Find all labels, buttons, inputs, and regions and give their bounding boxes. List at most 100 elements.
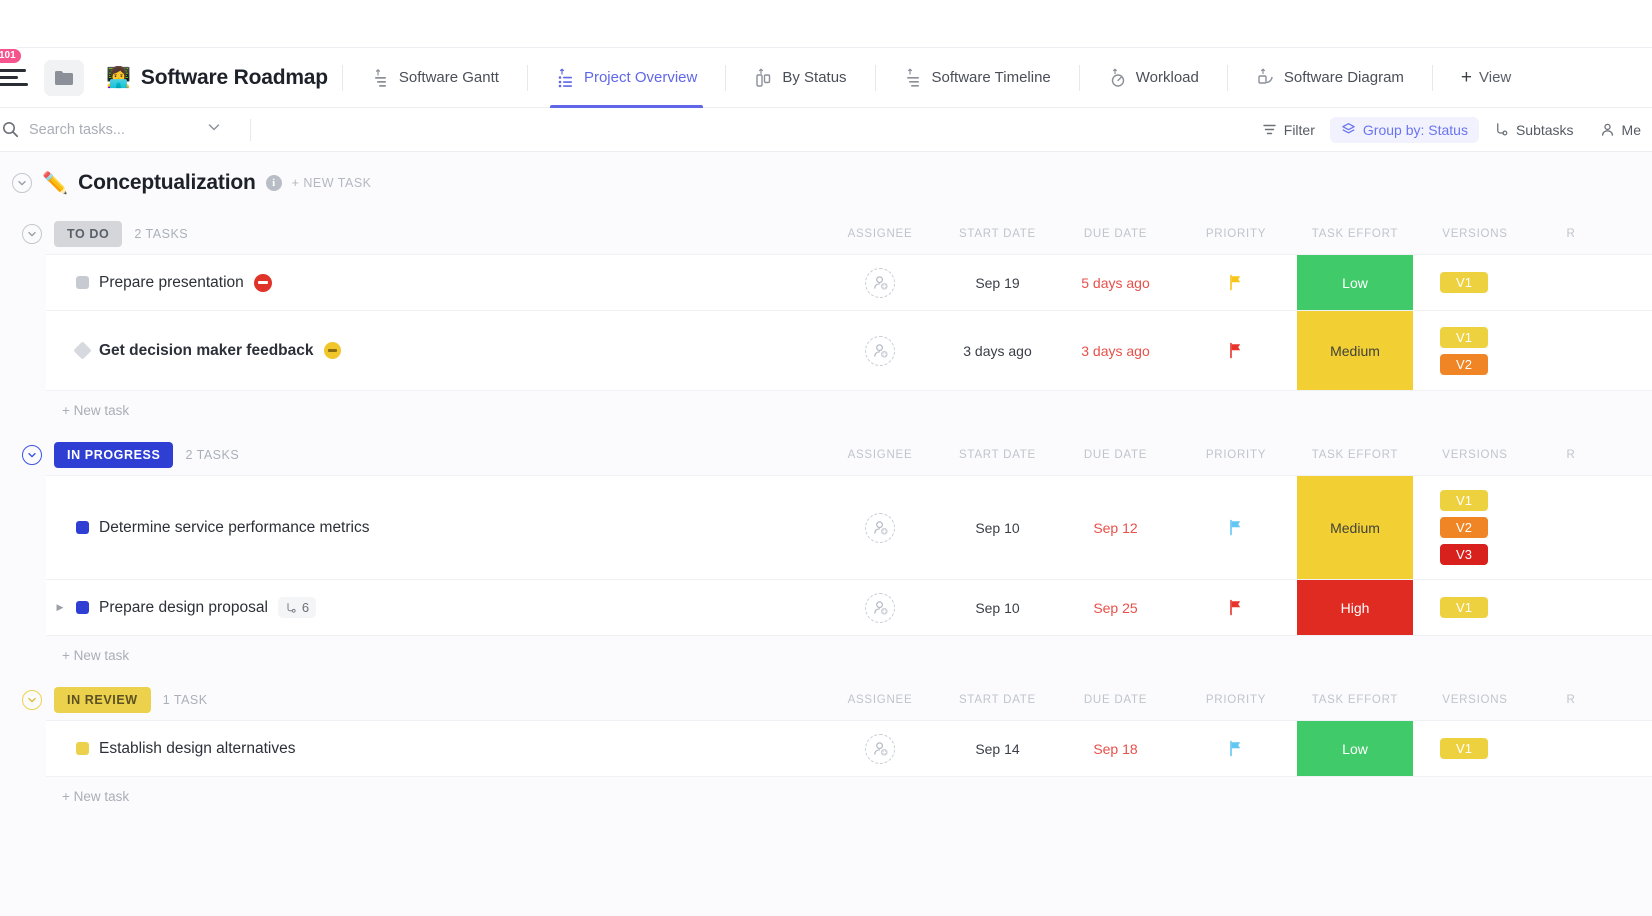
- status-badge[interactable]: TO DO: [54, 221, 123, 247]
- subtasks-button[interactable]: Subtasks: [1483, 117, 1585, 143]
- avatar-placeholder[interactable]: [865, 512, 895, 543]
- collapse-group-button[interactable]: [22, 445, 42, 465]
- collapse-group-button[interactable]: [22, 224, 42, 244]
- divider: [725, 64, 727, 91]
- version-chip[interactable]: V1: [1440, 272, 1488, 293]
- due-date-cell[interactable]: 3 days ago: [1068, 311, 1163, 390]
- priority-cell[interactable]: [1196, 721, 1276, 776]
- start-date-cell[interactable]: Sep 10: [950, 476, 1045, 579]
- due-date-cell[interactable]: Sep 25: [1068, 580, 1163, 635]
- status-badge[interactable]: IN REVIEW: [54, 687, 151, 713]
- priority-cell[interactable]: [1196, 311, 1276, 390]
- assignee-cell[interactable]: [845, 476, 915, 579]
- task-effort-cell[interactable]: Low: [1297, 721, 1413, 776]
- new-task-button[interactable]: + New task: [0, 636, 1652, 674]
- avatar-placeholder[interactable]: [865, 267, 895, 298]
- expand-subtasks-button[interactable]: ▶: [54, 602, 66, 613]
- task-effort-cell[interactable]: Medium: [1297, 476, 1413, 579]
- task-status-indicator[interactable]: [76, 742, 89, 755]
- priority-cell[interactable]: [1196, 255, 1276, 310]
- versions-cell[interactable]: V1: [1440, 580, 1510, 635]
- versions-cell[interactable]: V1 V2 V3: [1440, 476, 1510, 579]
- task-name[interactable]: Prepare design proposal: [99, 599, 268, 617]
- filter-label: Filter: [1283, 121, 1315, 138]
- new-task-top-button[interactable]: + NEW TASK: [292, 176, 372, 190]
- paused-icon[interactable]: [323, 342, 341, 359]
- start-date-cell[interactable]: 3 days ago: [950, 311, 1045, 390]
- folder-button[interactable]: [44, 59, 84, 96]
- notification-badge[interactable]: 101: [0, 46, 23, 65]
- assignee-cell[interactable]: [845, 311, 915, 390]
- versions-cell[interactable]: V1: [1440, 255, 1510, 310]
- layers-icon: [1342, 123, 1355, 134]
- task-effort-cell[interactable]: High: [1297, 580, 1413, 635]
- assignee-cell[interactable]: [845, 255, 915, 310]
- collapse-group-button[interactable]: [22, 690, 42, 710]
- task-name[interactable]: Prepare presentation: [99, 274, 244, 292]
- tab-software-gantt[interactable]: Software Gantt: [357, 48, 513, 108]
- assignee-cell[interactable]: [845, 580, 915, 635]
- info-icon[interactable]: i: [265, 175, 282, 191]
- blocked-icon[interactable]: [253, 273, 272, 292]
- priority-cell[interactable]: [1196, 580, 1276, 635]
- avatar-placeholder[interactable]: [865, 592, 895, 623]
- column-header-r: R: [1566, 228, 1576, 240]
- versions-cell[interactable]: V1: [1440, 721, 1510, 776]
- task-count-label: 1 TASK: [162, 693, 208, 707]
- avatar-placeholder[interactable]: [865, 335, 895, 366]
- version-chip[interactable]: V1: [1440, 597, 1488, 618]
- version-chip[interactable]: V2: [1440, 353, 1488, 375]
- version-chip[interactable]: V1: [1440, 738, 1488, 759]
- sidebar-toggle-button[interactable]: 101: [0, 46, 28, 95]
- search-chevron-down-icon[interactable]: [204, 117, 224, 142]
- filter-button[interactable]: Filter: [1251, 117, 1326, 143]
- table-row[interactable]: Establish design alternatives Sep 14 Sep 1…: [46, 721, 1652, 777]
- search-input[interactable]: [29, 121, 194, 138]
- task-name[interactable]: Get decision maker feedback: [99, 342, 314, 360]
- version-chip[interactable]: V2: [1440, 517, 1488, 538]
- status-badge[interactable]: IN PROGRESS: [54, 442, 174, 468]
- table-row[interactable]: Get decision maker feedback 3 days ago 3 d…: [46, 311, 1652, 391]
- new-task-button[interactable]: + New task: [0, 777, 1652, 815]
- version-chip[interactable]: V1: [1440, 326, 1488, 348]
- tab-software-timeline[interactable]: Software Timeline: [890, 48, 1065, 108]
- me-button[interactable]: Me: [1589, 117, 1652, 143]
- add-view-button[interactable]: + View: [1447, 68, 1525, 87]
- due-date-cell[interactable]: Sep 18: [1068, 721, 1163, 776]
- subtask-count-badge[interactable]: 6: [277, 597, 317, 618]
- tab-project-overview[interactable]: Project Overview: [542, 48, 711, 108]
- task-effort-cell[interactable]: Low: [1297, 255, 1413, 310]
- task-status-indicator[interactable]: [76, 601, 89, 614]
- column-header-start-date: START DATE: [959, 228, 1036, 240]
- new-task-button[interactable]: + New task: [0, 391, 1652, 429]
- avatar-placeholder[interactable]: [865, 733, 895, 764]
- task-status-indicator[interactable]: [76, 276, 89, 289]
- task-effort-cell[interactable]: Medium: [1297, 311, 1413, 390]
- search-box[interactable]: [0, 108, 250, 152]
- version-chip[interactable]: V3: [1440, 544, 1488, 565]
- versions-cell[interactable]: V1 V2: [1440, 311, 1510, 390]
- task-status-indicator[interactable]: [76, 521, 89, 534]
- table-row[interactable]: Determine service performance metrics Sep…: [46, 476, 1652, 580]
- column-header-due-date: DUE DATE: [1083, 449, 1148, 461]
- tab-workload[interactable]: Workload: [1094, 48, 1213, 108]
- task-status-indicator[interactable]: [73, 341, 92, 360]
- tab-software-diagram[interactable]: Software Diagram: [1242, 48, 1418, 108]
- start-date-cell[interactable]: Sep 10: [950, 580, 1045, 635]
- task-count-label: 2 TASKS: [134, 227, 189, 241]
- table-row[interactable]: ▶ Prepare design proposal 6 Sep 10 Sep 25 Hig…: [46, 580, 1652, 636]
- due-date-cell[interactable]: Sep 12: [1068, 476, 1163, 579]
- task-name[interactable]: Determine service performance metrics: [99, 519, 369, 537]
- assignee-cell[interactable]: [845, 721, 915, 776]
- flag-icon: [1230, 519, 1241, 536]
- table-row[interactable]: Prepare presentation Sep 19 5 days ago Low V…: [46, 255, 1652, 311]
- tab-by-status[interactable]: By Status: [740, 48, 860, 108]
- priority-cell[interactable]: [1196, 476, 1276, 579]
- start-date-cell[interactable]: Sep 14: [950, 721, 1045, 776]
- collapse-list-button[interactable]: [12, 173, 32, 193]
- start-date-cell[interactable]: Sep 19: [950, 255, 1045, 310]
- group-by-button[interactable]: Group by: Status: [1329, 116, 1479, 143]
- version-chip[interactable]: V1: [1440, 490, 1488, 511]
- task-name[interactable]: Establish design alternatives: [99, 740, 295, 758]
- due-date-cell[interactable]: 5 days ago: [1068, 255, 1163, 310]
